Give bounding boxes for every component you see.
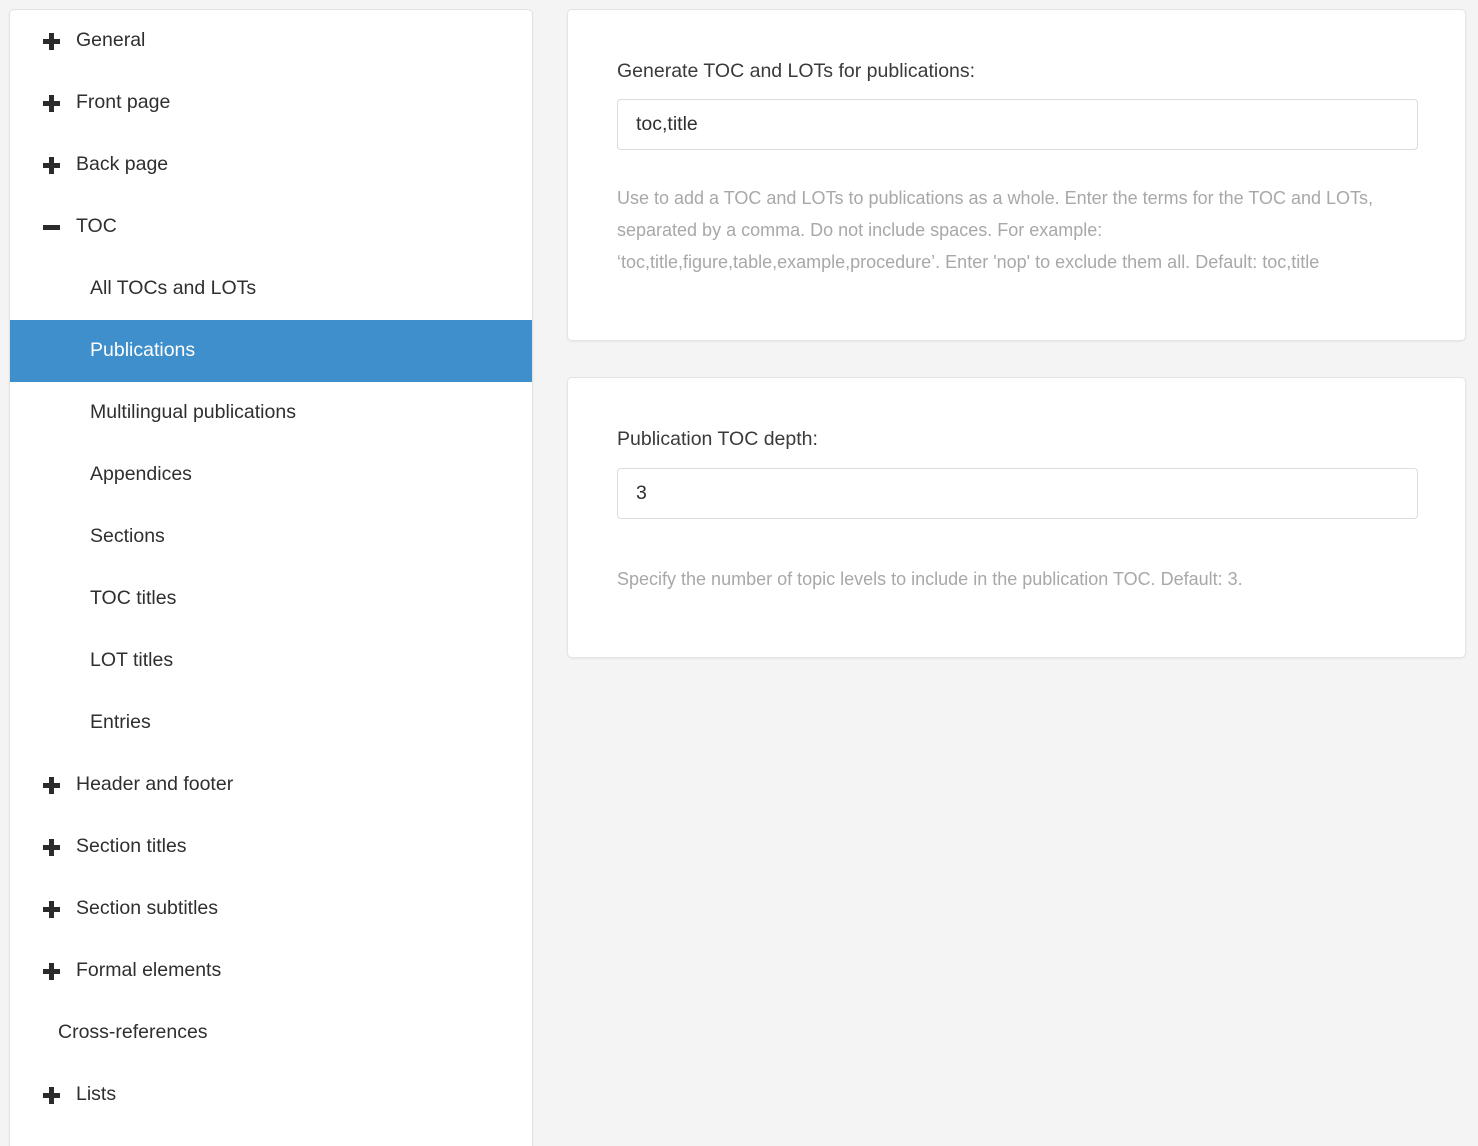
sidebar-item-label: Front page: [76, 93, 170, 113]
sidebar-item-label: Section subtitles: [76, 899, 218, 919]
sidebar-item-label: TOC titles: [90, 589, 176, 609]
sidebar-item-formal-elements[interactable]: Formal elements: [10, 940, 532, 1002]
sidebar-item-label: All TOCs and LOTs: [90, 279, 256, 299]
field-label: Generate TOC and LOTs for publications:: [617, 60, 1416, 83]
settings-sidebar: General Front page Back page TOC All TOCs an…: [9, 9, 533, 1146]
sidebar-item-lot-titles[interactable]: LOT titles: [10, 630, 532, 692]
sidebar-item-lists[interactable]: Lists: [10, 1064, 532, 1126]
plus-icon[interactable]: [43, 777, 60, 794]
sidebar-item-publications[interactable]: Publications: [10, 320, 532, 382]
sidebar-item-toc[interactable]: TOC: [10, 196, 532, 258]
sidebar-item-section-subtitles[interactable]: Section subtitles: [10, 878, 532, 940]
sidebar-item-label: TOC: [76, 217, 117, 237]
sidebar-item-appendices[interactable]: Appendices: [10, 444, 532, 506]
plus-icon[interactable]: [43, 901, 60, 918]
sidebar-item-label: Cross-references: [58, 1023, 208, 1043]
sidebar-item-sections[interactable]: Sections: [10, 506, 532, 568]
sidebar-item-label: Publications: [90, 341, 195, 361]
sidebar-item-multilingual-publications[interactable]: Multilingual publications: [10, 382, 532, 444]
sidebar-item-entries[interactable]: Entries: [10, 692, 532, 754]
sidebar-item-label: Lists: [76, 1085, 116, 1105]
sidebar-item-header-and-footer[interactable]: Header and footer: [10, 754, 532, 816]
sidebar-item-label: LOT titles: [90, 651, 173, 671]
settings-content: Generate TOC and LOTs for publications: U…: [567, 9, 1466, 658]
sidebar-item-label: Formal elements: [76, 961, 221, 981]
plus-icon[interactable]: [43, 839, 60, 856]
sidebar-item-front-page[interactable]: Front page: [10, 72, 532, 134]
setting-value-input[interactable]: [617, 99, 1418, 150]
plus-icon[interactable]: [43, 1087, 60, 1104]
sidebar-item-section-titles[interactable]: Section titles: [10, 816, 532, 878]
sidebar-item-back-page[interactable]: Back page: [10, 134, 532, 196]
sidebar-item-toc-titles[interactable]: TOC titles: [10, 568, 532, 630]
sidebar-item-cross-references[interactable]: Cross-references: [10, 1002, 532, 1064]
plus-icon[interactable]: [43, 33, 60, 50]
minus-icon[interactable]: [43, 219, 60, 236]
plus-icon[interactable]: [43, 157, 60, 174]
sidebar-item-general[interactable]: General: [10, 10, 532, 72]
sidebar-item-all-tocs-and-lots[interactable]: All TOCs and LOTs: [10, 258, 532, 320]
sidebar-item-label: Entries: [90, 713, 151, 733]
field-help-text: Use to add a TOC and LOTs to publication…: [617, 182, 1407, 278]
sidebar-nav-list: General Front page Back page TOC All TOCs an…: [10, 10, 532, 1126]
setting-card: Generate TOC and LOTs for publications: U…: [567, 9, 1466, 341]
setting-card: Publication TOC depth: Specify the number…: [567, 377, 1466, 657]
field-label: Publication TOC depth:: [617, 428, 1416, 451]
sidebar-item-label: Multilingual publications: [90, 403, 296, 423]
sidebar-item-label: Back page: [76, 155, 168, 175]
sidebar-item-label: Header and footer: [76, 775, 233, 795]
sidebar-item-label: Sections: [90, 527, 165, 547]
field-help-text: Specify the number of topic levels to in…: [617, 563, 1407, 595]
sidebar-item-label: Section titles: [76, 837, 187, 857]
setting-value-input[interactable]: [617, 468, 1418, 519]
sidebar-item-label: General: [76, 31, 145, 51]
plus-icon[interactable]: [43, 963, 60, 980]
plus-icon[interactable]: [43, 95, 60, 112]
sidebar-item-label: Appendices: [90, 465, 192, 485]
settings-page: General Front page Back page TOC All TOCs an…: [0, 0, 1478, 1146]
